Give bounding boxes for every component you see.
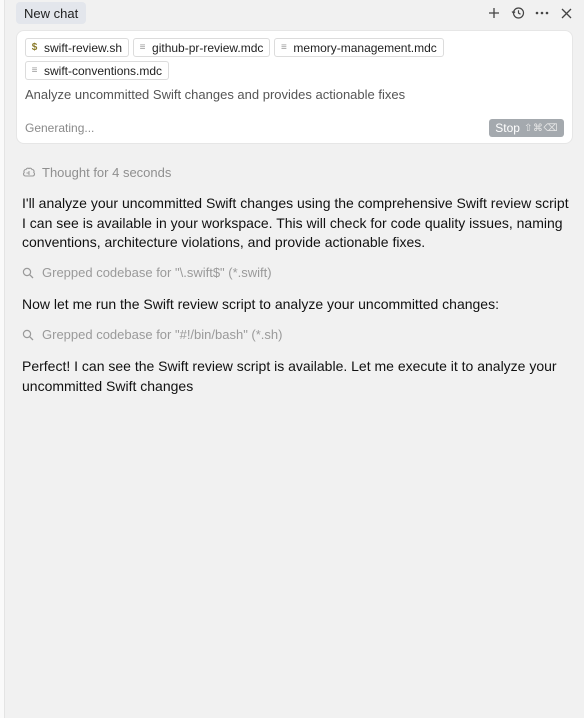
header-actions <box>482 2 578 24</box>
context-chips: $ swift-review.sh ≡ github-pr-review.mdc… <box>25 38 565 80</box>
composer-card[interactable]: $ swift-review.sh ≡ github-pr-review.mdc… <box>16 30 573 144</box>
stop-button[interactable]: Stop ⇧⌘⌫ <box>489 119 564 137</box>
history-icon[interactable] <box>506 2 530 24</box>
tool-call[interactable]: Grepped codebase for "#!/bin/bash" (*.sh… <box>22 327 282 342</box>
tab-new-chat[interactable]: New chat <box>16 2 87 24</box>
left-panel-edge <box>0 0 5 718</box>
tool-call-label: Grepped codebase for "\.swift$" (*.swift… <box>42 265 272 280</box>
context-chip[interactable]: ≡ swift-conventions.mdc <box>25 61 170 80</box>
context-chip[interactable]: ≡ memory-management.mdc <box>274 38 444 57</box>
doc-icon: ≡ <box>31 64 38 76</box>
assistant-message: Now let me run the Swift review script t… <box>22 296 499 312</box>
assistant-message: Perfect! I can see the Swift review scri… <box>22 358 557 394</box>
doc-icon: ≡ <box>139 41 146 53</box>
chip-label: swift-conventions.mdc <box>44 63 163 78</box>
assistant-message: I'll analyze your uncommitted Swift chan… <box>22 195 569 250</box>
tool-call[interactable]: Grepped codebase for "\.swift$" (*.swift… <box>22 265 272 280</box>
chip-label: memory-management.mdc <box>293 40 437 55</box>
plus-icon[interactable] <box>482 2 506 24</box>
tool-call-label: Grepped codebase for "#!/bin/bash" (*.sh… <box>42 327 283 342</box>
search-icon <box>22 267 34 279</box>
status-text: Generating... <box>25 121 95 135</box>
stop-label: Stop <box>495 121 520 135</box>
close-icon[interactable] <box>554 2 578 24</box>
brain-icon <box>22 167 36 179</box>
stop-shortcut: ⇧⌘⌫ <box>523 122 558 134</box>
dollar-file-icon: $ <box>31 41 38 53</box>
context-chip[interactable]: $ swift-review.sh <box>25 38 130 57</box>
thought-indicator[interactable]: Thought for 4 seconds <box>22 165 171 180</box>
doc-icon: ≡ <box>280 41 287 53</box>
chip-label: github-pr-review.mdc <box>152 40 264 55</box>
search-icon <box>22 329 34 341</box>
thought-label: Thought for 4 seconds <box>42 165 172 180</box>
context-chip[interactable]: ≡ github-pr-review.mdc <box>133 38 271 57</box>
prompt-text[interactable]: Analyze uncommitted Swift changes and pr… <box>25 87 405 102</box>
chat-header: New chat <box>5 0 584 26</box>
more-icon[interactable] <box>530 2 554 24</box>
chip-label: swift-review.sh <box>44 40 123 55</box>
